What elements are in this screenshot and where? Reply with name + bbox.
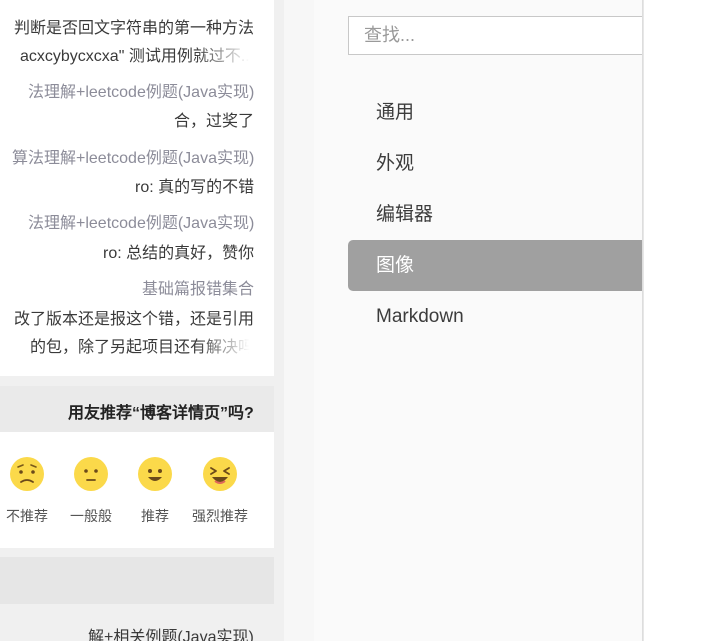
nav-item-appearance[interactable]: 外观	[348, 138, 660, 189]
rating-label: 一般般	[70, 508, 112, 524]
comment-text: 改了版本还是报这个错，还是引用	[14, 311, 255, 328]
comment-text: ro: 真的写的不错	[135, 179, 255, 196]
survey-header: 用友推荐“博客详情页”吗?	[0, 386, 274, 432]
comment-text: 的包，除了另起项目还有解决吗	[30, 339, 255, 356]
rating-label: 强烈推荐	[192, 508, 248, 524]
neutral-face-icon	[74, 457, 108, 491]
comment-article-link[interactable]: 法理解+leetcode例题(Java实现)	[28, 209, 254, 233]
settings-panel: 通用 外观 编辑器 图像 Markdown	[284, 0, 660, 641]
blog-sidebar: 判断是否回文字符串的第一种方法 acxcybycxcxa" 测试用例就过不...…	[0, 0, 274, 641]
section-header	[0, 557, 274, 604]
rating-strongly-recommend[interactable]: 强烈推荐	[188, 456, 252, 526]
rating-label: 推荐	[141, 508, 169, 524]
survey-options: 不推荐 一般般 推荐 强烈推荐	[0, 432, 274, 548]
rating-label: 不推荐	[6, 508, 48, 524]
smile-face-icon	[138, 457, 172, 491]
comment-text: 判断是否回文字符串的第一种方法	[14, 20, 255, 37]
comment-article-link[interactable]: 法理解+leetcode例题(Java实现)	[28, 78, 254, 102]
nav-item-general[interactable]: 通用	[348, 87, 660, 138]
comment-article-link[interactable]: 基础篇报错集合	[142, 275, 254, 299]
comment-article-link[interactable]: 算法理解+leetcode例题(Java实现)	[12, 144, 254, 168]
worried-face-icon	[10, 457, 44, 491]
related-article-link[interactable]: 解+相关例题(Java实现)	[88, 623, 254, 641]
settings-content-area	[644, 0, 706, 641]
rating-recommend[interactable]: 推荐	[123, 456, 187, 526]
comment-text: 合，过奖了	[174, 113, 255, 130]
nav-item-markdown[interactable]: Markdown	[348, 291, 660, 342]
rating-not-recommend[interactable]: 不推荐	[0, 456, 59, 526]
comment-text: ro: 总结的真好，赞你	[103, 245, 255, 262]
rating-so-so[interactable]: 一般般	[59, 456, 123, 526]
settings-search-input[interactable]	[348, 16, 658, 55]
settings-nav: 通用 外观 编辑器 图像 Markdown	[314, 0, 660, 641]
recent-comments: 判断是否回文字符串的第一种方法 acxcybycxcxa" 测试用例就过不...…	[0, 0, 274, 376]
nav-item-editor[interactable]: 编辑器	[348, 189, 660, 240]
laughing-face-icon	[203, 457, 237, 491]
nav-item-image[interactable]: 图像	[348, 240, 660, 291]
survey-question: 用友推荐“博客详情页”吗?	[68, 405, 254, 422]
comment-text: acxcybycxcxa" 测试用例就过不...	[20, 48, 255, 65]
